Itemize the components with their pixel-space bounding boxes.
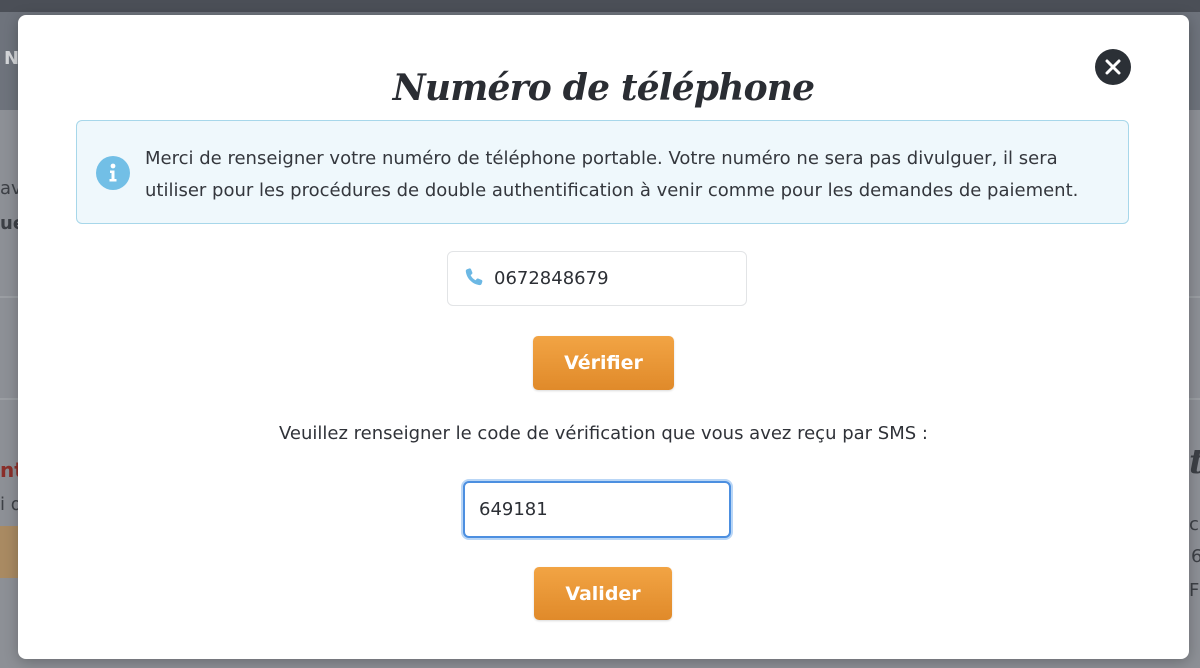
verify-button[interactable]: Vérifier <box>533 336 674 390</box>
validate-button[interactable]: Valider <box>534 567 672 620</box>
info-alert: Merci de renseigner votre numéro de télé… <box>76 120 1129 224</box>
phone-number-modal: Numéro de téléphone Merci de renseigner … <box>18 15 1189 659</box>
phone-field[interactable] <box>447 251 747 306</box>
phone-input[interactable] <box>494 252 734 305</box>
background-text-fragment: F <box>1189 580 1200 601</box>
close-button[interactable] <box>1095 49 1131 85</box>
background-top-strip <box>0 0 1200 12</box>
sms-code-label: Veuillez renseigner le code de vérificat… <box>279 423 928 444</box>
background-text-fragment: t <box>1189 442 1200 482</box>
modal-title: Numéro de téléphone <box>392 67 815 109</box>
background-text-fragment: ch <box>1189 514 1200 535</box>
phone-icon <box>465 268 483 286</box>
background-text-fragment: 6 <box>1191 546 1200 567</box>
verification-code-input[interactable] <box>463 481 731 538</box>
background-text-fragment: N <box>4 48 20 69</box>
close-icon <box>1105 59 1121 75</box>
info-text: Merci de renseigner votre numéro de télé… <box>145 148 1079 201</box>
info-icon <box>96 156 130 190</box>
